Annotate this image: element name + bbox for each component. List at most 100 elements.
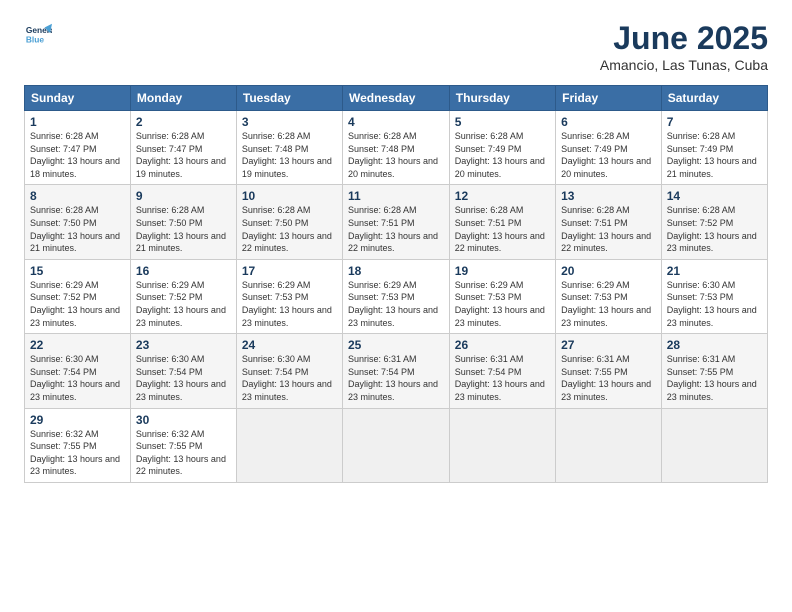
day-info: Sunrise: 6:28 AM Sunset: 7:49 PM Dayligh…	[667, 130, 762, 180]
day-info: Sunrise: 6:28 AM Sunset: 7:51 PM Dayligh…	[561, 204, 656, 254]
day-info: Sunrise: 6:28 AM Sunset: 7:48 PM Dayligh…	[242, 130, 337, 180]
day-info: Sunrise: 6:28 AM Sunset: 7:49 PM Dayligh…	[455, 130, 550, 180]
day-info: Sunrise: 6:31 AM Sunset: 7:55 PM Dayligh…	[667, 353, 762, 403]
day-number: 23	[136, 338, 231, 352]
day-number: 5	[455, 115, 550, 129]
weekday-header: Wednesday	[342, 86, 449, 111]
calendar-cell: 4 Sunrise: 6:28 AM Sunset: 7:48 PM Dayli…	[342, 111, 449, 185]
calendar-week-row: 29 Sunrise: 6:32 AM Sunset: 7:55 PM Dayl…	[25, 408, 768, 482]
day-info: Sunrise: 6:30 AM Sunset: 7:54 PM Dayligh…	[242, 353, 337, 403]
calendar-cell: 11 Sunrise: 6:28 AM Sunset: 7:51 PM Dayl…	[342, 185, 449, 259]
weekday-header: Friday	[556, 86, 662, 111]
logo-icon: General Blue	[24, 20, 52, 48]
calendar-week-row: 8 Sunrise: 6:28 AM Sunset: 7:50 PM Dayli…	[25, 185, 768, 259]
day-info: Sunrise: 6:31 AM Sunset: 7:54 PM Dayligh…	[348, 353, 444, 403]
day-number: 22	[30, 338, 125, 352]
calendar-cell: 30 Sunrise: 6:32 AM Sunset: 7:55 PM Dayl…	[130, 408, 236, 482]
weekday-header: Thursday	[449, 86, 555, 111]
calendar-week-row: 15 Sunrise: 6:29 AM Sunset: 7:52 PM Dayl…	[25, 259, 768, 333]
day-info: Sunrise: 6:29 AM Sunset: 7:53 PM Dayligh…	[455, 279, 550, 329]
calendar-cell: 21 Sunrise: 6:30 AM Sunset: 7:53 PM Dayl…	[661, 259, 767, 333]
calendar-cell: 8 Sunrise: 6:28 AM Sunset: 7:50 PM Dayli…	[25, 185, 131, 259]
weekday-header-row: SundayMondayTuesdayWednesdayThursdayFrid…	[25, 86, 768, 111]
day-number: 7	[667, 115, 762, 129]
day-number: 4	[348, 115, 444, 129]
day-number: 3	[242, 115, 337, 129]
day-number: 10	[242, 189, 337, 203]
day-info: Sunrise: 6:28 AM Sunset: 7:48 PM Dayligh…	[348, 130, 444, 180]
header: General Blue June 2025 Amancio, Las Tuna…	[24, 20, 768, 73]
day-info: Sunrise: 6:29 AM Sunset: 7:52 PM Dayligh…	[30, 279, 125, 329]
calendar-table: SundayMondayTuesdayWednesdayThursdayFrid…	[24, 85, 768, 483]
calendar-cell: 20 Sunrise: 6:29 AM Sunset: 7:53 PM Dayl…	[556, 259, 662, 333]
day-number: 9	[136, 189, 231, 203]
day-number: 20	[561, 264, 656, 278]
calendar-cell: 6 Sunrise: 6:28 AM Sunset: 7:49 PM Dayli…	[556, 111, 662, 185]
day-number: 2	[136, 115, 231, 129]
calendar-week-row: 1 Sunrise: 6:28 AM Sunset: 7:47 PM Dayli…	[25, 111, 768, 185]
page: General Blue June 2025 Amancio, Las Tuna…	[0, 0, 792, 612]
calendar-cell: 14 Sunrise: 6:28 AM Sunset: 7:52 PM Dayl…	[661, 185, 767, 259]
day-info: Sunrise: 6:31 AM Sunset: 7:55 PM Dayligh…	[561, 353, 656, 403]
day-info: Sunrise: 6:29 AM Sunset: 7:53 PM Dayligh…	[561, 279, 656, 329]
day-number: 12	[455, 189, 550, 203]
day-number: 15	[30, 264, 125, 278]
day-number: 14	[667, 189, 762, 203]
calendar-cell: 28 Sunrise: 6:31 AM Sunset: 7:55 PM Dayl…	[661, 334, 767, 408]
day-info: Sunrise: 6:31 AM Sunset: 7:54 PM Dayligh…	[455, 353, 550, 403]
calendar-cell: 22 Sunrise: 6:30 AM Sunset: 7:54 PM Dayl…	[25, 334, 131, 408]
weekday-header: Sunday	[25, 86, 131, 111]
logo: General Blue	[24, 20, 52, 48]
calendar-cell	[556, 408, 662, 482]
calendar-cell	[236, 408, 342, 482]
calendar-cell: 3 Sunrise: 6:28 AM Sunset: 7:48 PM Dayli…	[236, 111, 342, 185]
calendar-cell: 2 Sunrise: 6:28 AM Sunset: 7:47 PM Dayli…	[130, 111, 236, 185]
calendar-cell: 1 Sunrise: 6:28 AM Sunset: 7:47 PM Dayli…	[25, 111, 131, 185]
day-info: Sunrise: 6:29 AM Sunset: 7:53 PM Dayligh…	[242, 279, 337, 329]
day-number: 8	[30, 189, 125, 203]
day-info: Sunrise: 6:28 AM Sunset: 7:51 PM Dayligh…	[455, 204, 550, 254]
calendar-cell: 25 Sunrise: 6:31 AM Sunset: 7:54 PM Dayl…	[342, 334, 449, 408]
day-number: 17	[242, 264, 337, 278]
title-block: June 2025 Amancio, Las Tunas, Cuba	[600, 20, 768, 73]
day-info: Sunrise: 6:30 AM Sunset: 7:54 PM Dayligh…	[30, 353, 125, 403]
calendar-week-row: 22 Sunrise: 6:30 AM Sunset: 7:54 PM Dayl…	[25, 334, 768, 408]
day-number: 16	[136, 264, 231, 278]
day-number: 24	[242, 338, 337, 352]
weekday-header: Saturday	[661, 86, 767, 111]
calendar-cell: 24 Sunrise: 6:30 AM Sunset: 7:54 PM Dayl…	[236, 334, 342, 408]
calendar-cell	[449, 408, 555, 482]
calendar-cell: 27 Sunrise: 6:31 AM Sunset: 7:55 PM Dayl…	[556, 334, 662, 408]
day-number: 30	[136, 413, 231, 427]
day-number: 21	[667, 264, 762, 278]
calendar-cell: 29 Sunrise: 6:32 AM Sunset: 7:55 PM Dayl…	[25, 408, 131, 482]
calendar-cell: 13 Sunrise: 6:28 AM Sunset: 7:51 PM Dayl…	[556, 185, 662, 259]
calendar-cell: 7 Sunrise: 6:28 AM Sunset: 7:49 PM Dayli…	[661, 111, 767, 185]
calendar-cell: 9 Sunrise: 6:28 AM Sunset: 7:50 PM Dayli…	[130, 185, 236, 259]
calendar-cell: 26 Sunrise: 6:31 AM Sunset: 7:54 PM Dayl…	[449, 334, 555, 408]
calendar-cell: 5 Sunrise: 6:28 AM Sunset: 7:49 PM Dayli…	[449, 111, 555, 185]
day-number: 11	[348, 189, 444, 203]
day-info: Sunrise: 6:30 AM Sunset: 7:54 PM Dayligh…	[136, 353, 231, 403]
day-info: Sunrise: 6:28 AM Sunset: 7:47 PM Dayligh…	[136, 130, 231, 180]
day-number: 13	[561, 189, 656, 203]
day-info: Sunrise: 6:32 AM Sunset: 7:55 PM Dayligh…	[136, 428, 231, 478]
svg-text:Blue: Blue	[26, 34, 44, 44]
location: Amancio, Las Tunas, Cuba	[600, 57, 768, 73]
day-info: Sunrise: 6:32 AM Sunset: 7:55 PM Dayligh…	[30, 428, 125, 478]
day-number: 27	[561, 338, 656, 352]
day-info: Sunrise: 6:29 AM Sunset: 7:53 PM Dayligh…	[348, 279, 444, 329]
day-info: Sunrise: 6:28 AM Sunset: 7:51 PM Dayligh…	[348, 204, 444, 254]
day-number: 19	[455, 264, 550, 278]
calendar-cell	[661, 408, 767, 482]
calendar-cell: 19 Sunrise: 6:29 AM Sunset: 7:53 PM Dayl…	[449, 259, 555, 333]
calendar-cell: 17 Sunrise: 6:29 AM Sunset: 7:53 PM Dayl…	[236, 259, 342, 333]
month-title: June 2025	[600, 20, 768, 57]
day-info: Sunrise: 6:29 AM Sunset: 7:52 PM Dayligh…	[136, 279, 231, 329]
day-number: 6	[561, 115, 656, 129]
day-number: 25	[348, 338, 444, 352]
day-info: Sunrise: 6:28 AM Sunset: 7:50 PM Dayligh…	[242, 204, 337, 254]
day-number: 1	[30, 115, 125, 129]
day-info: Sunrise: 6:30 AM Sunset: 7:53 PM Dayligh…	[667, 279, 762, 329]
calendar-cell: 12 Sunrise: 6:28 AM Sunset: 7:51 PM Dayl…	[449, 185, 555, 259]
